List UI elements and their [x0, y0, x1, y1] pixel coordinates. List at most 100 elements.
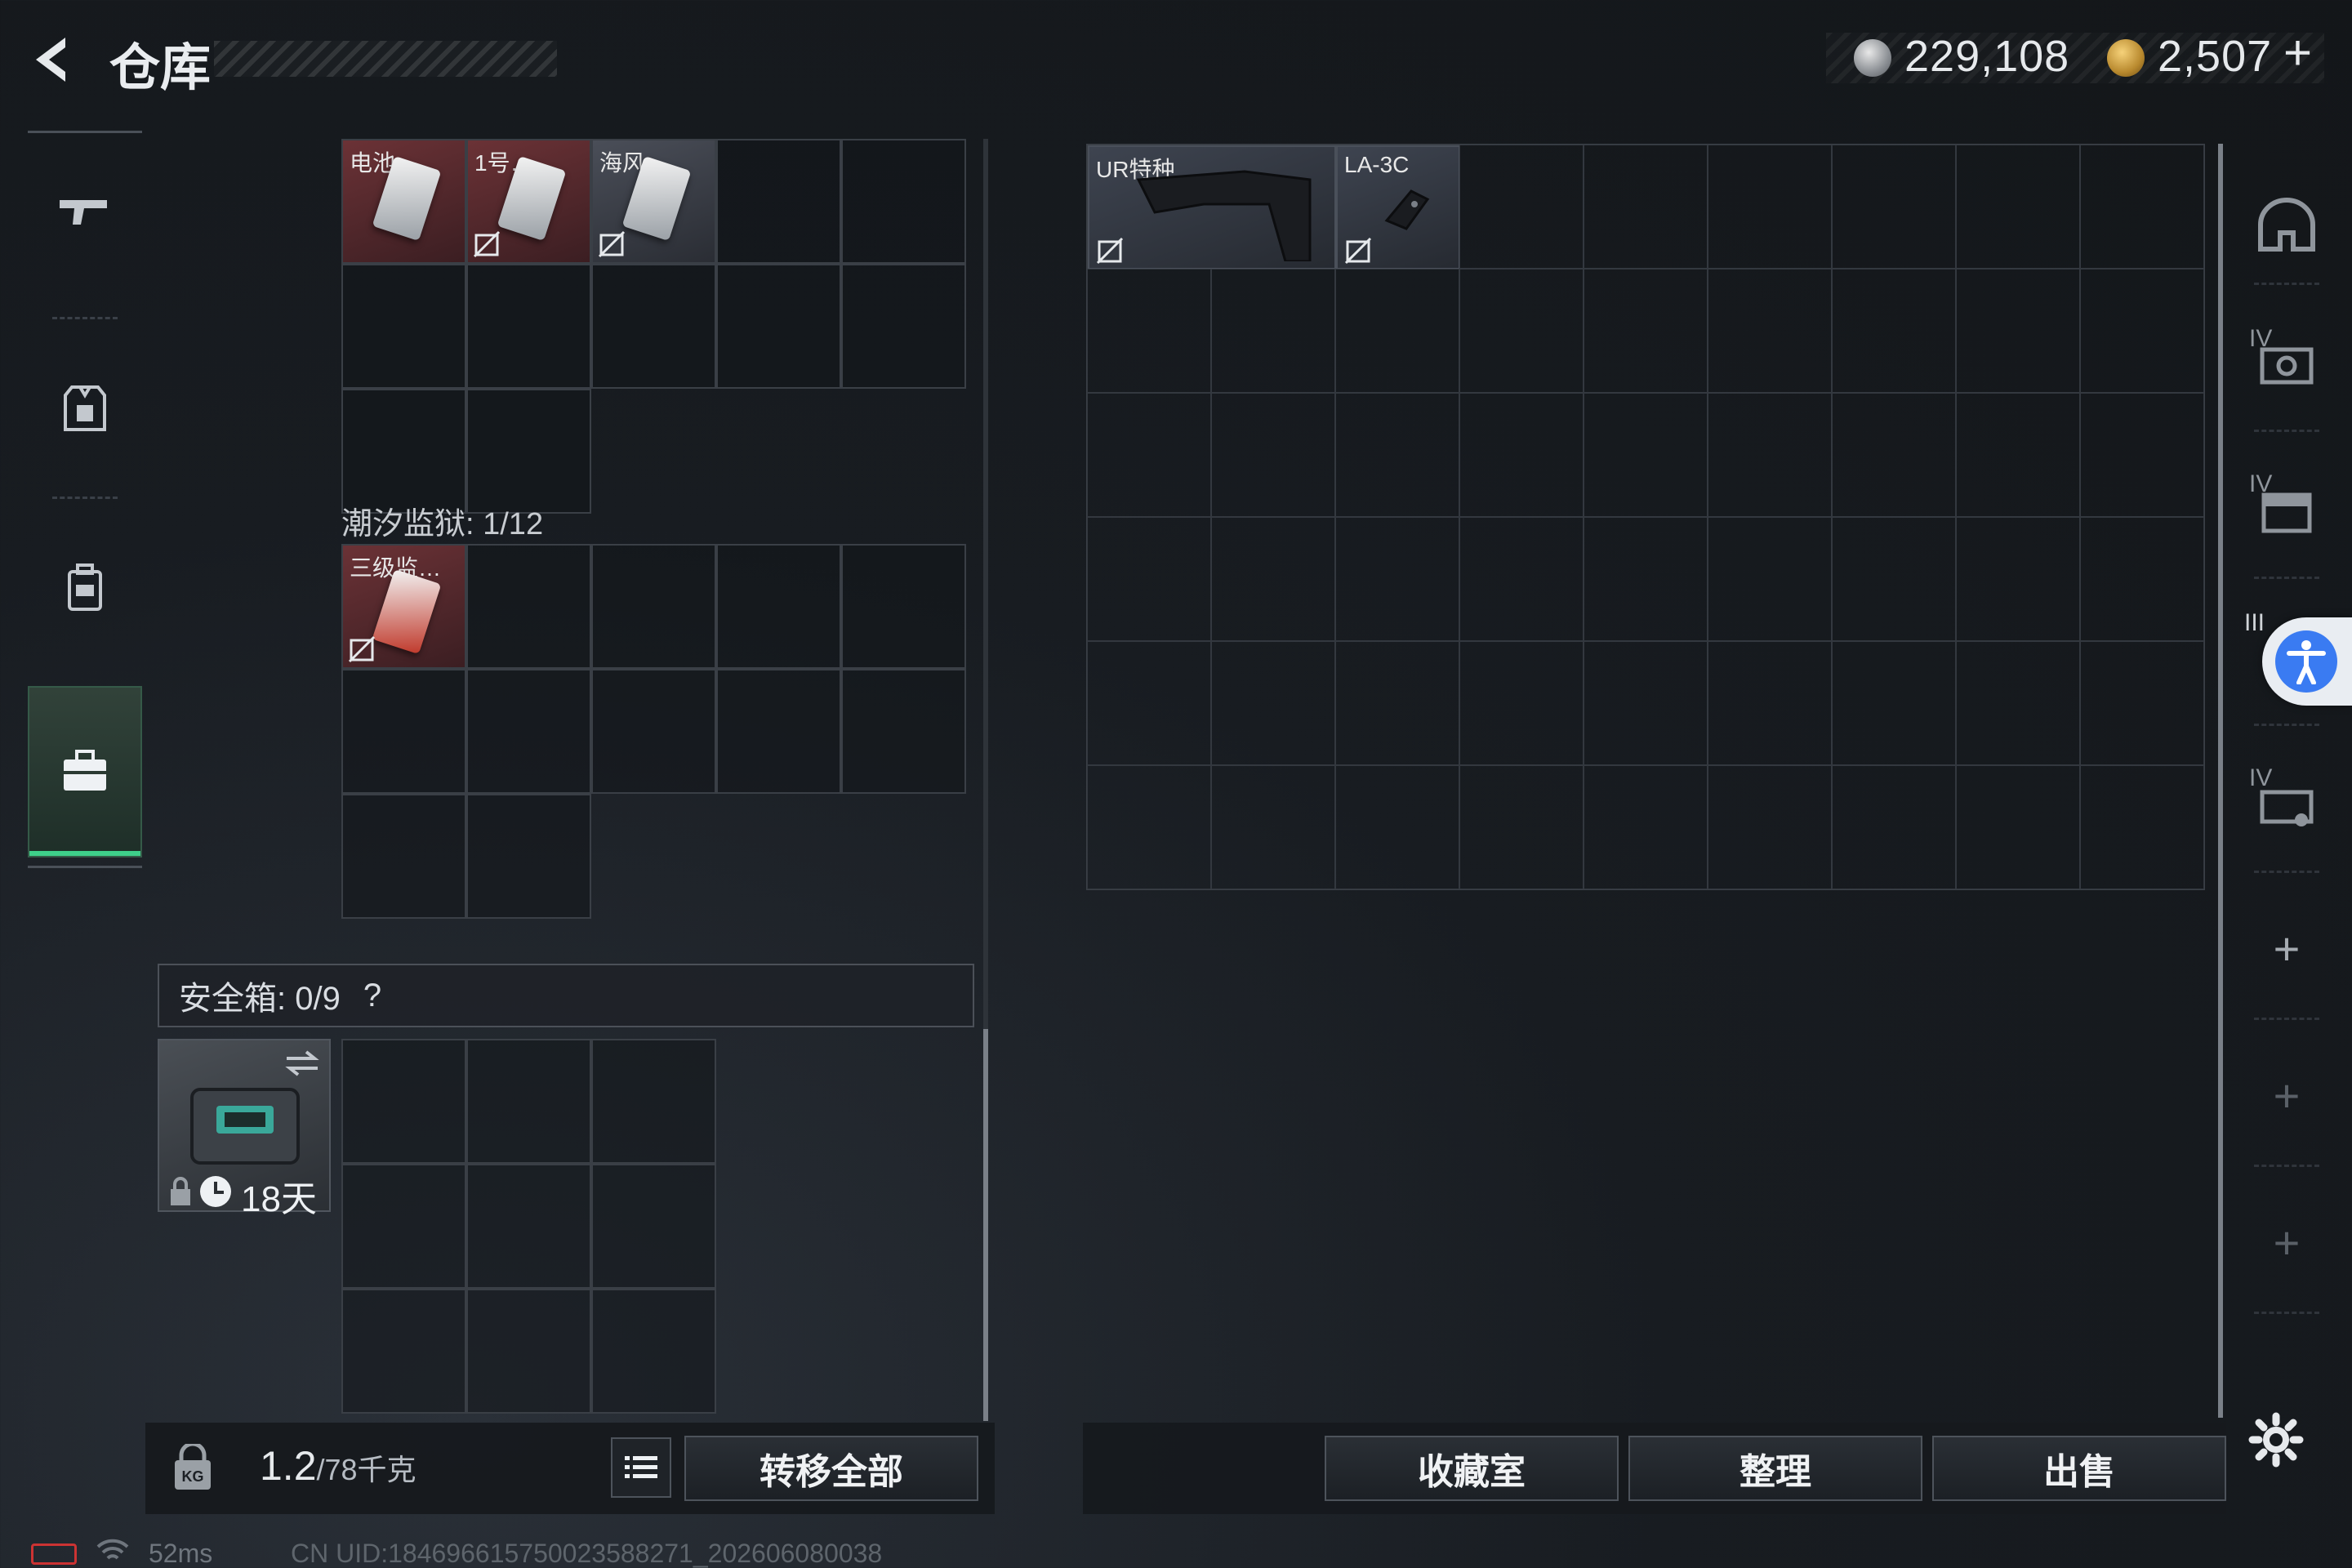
empty-slot[interactable]: [2080, 393, 2204, 517]
empty-slot[interactable]: [841, 264, 966, 389]
empty-slot[interactable]: [466, 389, 591, 514]
empty-slot[interactable]: [341, 669, 466, 794]
empty-slot[interactable]: [1584, 517, 1708, 641]
empty-slot[interactable]: [591, 1289, 716, 1414]
empty-slot[interactable]: [841, 669, 966, 794]
empty-slot[interactable]: [1708, 517, 1832, 641]
empty-slot[interactable]: [2080, 145, 2204, 269]
empty-slot[interactable]: [466, 1164, 591, 1289]
empty-slot[interactable]: [1211, 269, 1335, 393]
empty-slot[interactable]: [1956, 517, 2080, 641]
empty-slot[interactable]: [341, 1164, 466, 1289]
empty-slot[interactable]: [1708, 269, 1832, 393]
empty-slot[interactable]: [1832, 145, 1956, 269]
empty-slot[interactable]: [1956, 269, 2080, 393]
empty-slot[interactable]: [1087, 765, 1211, 889]
empty-slot[interactable]: [1832, 393, 1956, 517]
empty-slot[interactable]: [2080, 765, 2204, 889]
empty-slot[interactable]: [841, 544, 966, 669]
empty-slot[interactable]: [591, 1039, 716, 1164]
empty-slot[interactable]: [716, 544, 841, 669]
empty-slot[interactable]: [716, 264, 841, 389]
empty-slot[interactable]: [591, 669, 716, 794]
empty-slot[interactable]: [1459, 269, 1584, 393]
empty-slot[interactable]: [1087, 641, 1211, 765]
empty-slot[interactable]: [1211, 641, 1335, 765]
empty-slot[interactable]: [341, 389, 466, 514]
empty-slot[interactable]: [1708, 641, 1832, 765]
empty-slot[interactable]: [466, 1289, 591, 1414]
accessibility-button[interactable]: [2262, 617, 2352, 706]
empty-slot[interactable]: [1832, 641, 1956, 765]
empty-slot[interactable]: [1459, 393, 1584, 517]
empty-slot[interactable]: [1584, 145, 1708, 269]
empty-slot[interactable]: [466, 794, 591, 919]
empty-slot[interactable]: [1956, 145, 2080, 269]
collection-room-button[interactable]: 收藏室: [1325, 1436, 1619, 1501]
empty-slot[interactable]: [466, 1039, 591, 1164]
empty-slot[interactable]: [1584, 765, 1708, 889]
empty-slot[interactable]: [591, 264, 716, 389]
sell-button[interactable]: 出售: [1932, 1436, 2226, 1501]
item-slot[interactable]: 三级监…: [341, 544, 466, 669]
empty-slot[interactable]: [341, 1039, 466, 1164]
list-view-button[interactable]: [611, 1437, 671, 1498]
empty-slot[interactable]: [1708, 765, 1832, 889]
organize-button[interactable]: 整理: [1628, 1436, 1922, 1501]
empty-slot[interactable]: [1087, 393, 1211, 517]
empty-slot[interactable]: [1335, 269, 1459, 393]
nav-item-safe-box[interactable]: [28, 686, 142, 858]
add-currency-button[interactable]: +: [2283, 24, 2313, 81]
transfer-all-button[interactable]: 转移全部: [684, 1436, 978, 1501]
empty-slot[interactable]: [466, 544, 591, 669]
empty-slot[interactable]: [1335, 641, 1459, 765]
empty-slot[interactable]: [341, 1289, 466, 1414]
empty-slot[interactable]: [1459, 517, 1584, 641]
add-slot-button[interactable]: +: [2238, 887, 2336, 1009]
empty-slot[interactable]: [1087, 269, 1211, 393]
back-arrow-icon[interactable]: [24, 31, 82, 88]
right-scrollbar[interactable]: [2218, 144, 2223, 1418]
left-scrollbar-thumb[interactable]: [983, 1029, 988, 1421]
armor-slot[interactable]: IV: [2238, 299, 2336, 430]
case-slot[interactable]: IV: [2238, 740, 2336, 871]
empty-slot[interactable]: [2080, 269, 2204, 393]
nav-item-backpack[interactable]: [28, 514, 142, 662]
empty-slot[interactable]: [1956, 765, 2080, 889]
gear-icon[interactable]: [2247, 1411, 2305, 1468]
item-slot[interactable]: 1号…: [466, 139, 591, 264]
empty-slot[interactable]: [1211, 765, 1335, 889]
nav-item-weapons[interactable]: [28, 139, 142, 286]
empty-slot[interactable]: [1459, 641, 1584, 765]
empty-slot[interactable]: [1211, 517, 1335, 641]
empty-slot[interactable]: [1459, 765, 1584, 889]
empty-slot[interactable]: [1708, 145, 1832, 269]
add-slot-button[interactable]: +: [2238, 1034, 2336, 1156]
empty-slot[interactable]: [2080, 517, 2204, 641]
empty-slot[interactable]: [1087, 517, 1211, 641]
empty-slot[interactable]: [716, 139, 841, 264]
item-slot[interactable]: 海风…: [591, 139, 716, 264]
nav-item-armor[interactable]: [28, 335, 142, 482]
empty-slot[interactable]: [1211, 393, 1335, 517]
empty-slot[interactable]: [1584, 269, 1708, 393]
backpack-slot[interactable]: IV: [2238, 446, 2336, 577]
empty-slot[interactable]: [1832, 765, 1956, 889]
empty-slot[interactable]: [341, 264, 466, 389]
item-slot[interactable]: 电池…: [341, 139, 466, 264]
empty-slot[interactable]: [716, 669, 841, 794]
empty-slot[interactable]: [591, 544, 716, 669]
empty-slot[interactable]: [466, 669, 591, 794]
empty-slot[interactable]: [1335, 765, 1459, 889]
empty-slot[interactable]: [1956, 393, 2080, 517]
empty-slot[interactable]: [1956, 641, 2080, 765]
helmet-slot[interactable]: [2238, 160, 2336, 291]
empty-slot[interactable]: [1832, 269, 1956, 393]
add-slot-button[interactable]: +: [2238, 1181, 2336, 1303]
empty-slot[interactable]: [1459, 145, 1584, 269]
left-scrollbar[interactable]: [983, 139, 988, 1421]
empty-slot[interactable]: [841, 139, 966, 264]
empty-slot[interactable]: [466, 264, 591, 389]
swap-icon[interactable]: [282, 1047, 323, 1080]
empty-slot[interactable]: [2080, 641, 2204, 765]
